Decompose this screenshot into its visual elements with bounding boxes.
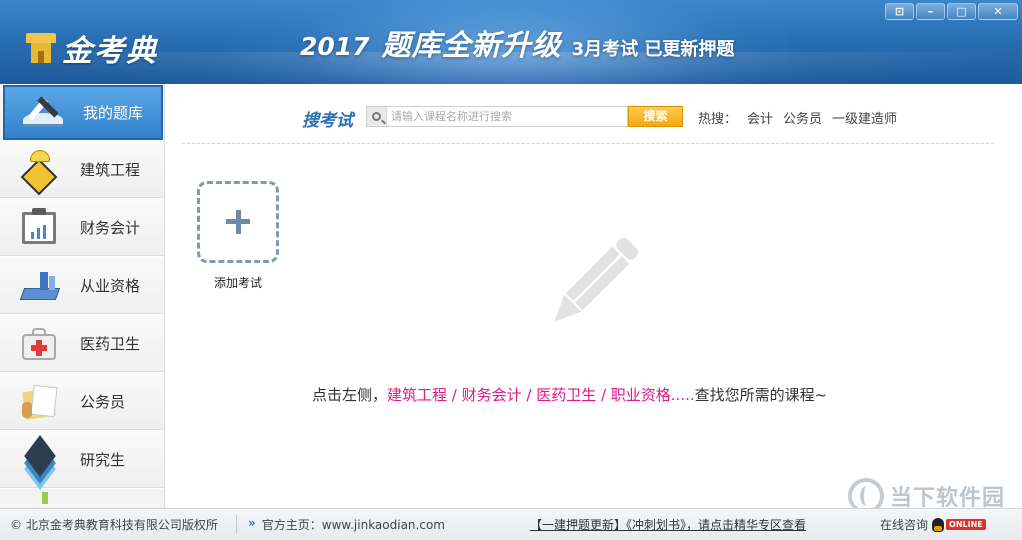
search-button[interactable]: 搜索 <box>628 106 683 127</box>
hot-search-civil-servant[interactable]: 公务员 <box>783 108 822 127</box>
sidebar-item-qualification[interactable]: 从业资格 <box>0 257 164 315</box>
minimize-icon[interactable]: – <box>916 3 945 20</box>
window-controls: ⊡ – □ ✕ <box>883 3 1018 20</box>
double-chevron-icon: » <box>248 516 256 530</box>
sidebar-item-medicine[interactable]: 医药卫生 <box>0 315 164 373</box>
app-header: 金考典 2017 题库全新升级 3月考试 已更新押题 ⊡ – □ ✕ <box>0 0 1022 84</box>
sidebar-item-label: 研究生 <box>80 451 126 469</box>
sidebar-item-label: 医药卫生 <box>80 335 141 353</box>
search-box <box>366 106 628 127</box>
medical-kit-icon <box>18 324 64 364</box>
hot-search-label: 热搜： <box>698 112 738 127</box>
banner-slogan: 题库全新升级 <box>381 28 562 62</box>
sidebar-next-item-icon <box>38 490 58 504</box>
layers-icon <box>18 434 64 490</box>
search-input[interactable] <box>387 107 627 126</box>
online-consult-button[interactable]: 在线咨询 ONLINE <box>880 516 986 533</box>
banner-sub: 3月考试 已更新押题 <box>571 39 735 60</box>
hint-suffix: 查找您所需的课程~ <box>694 386 828 404</box>
hot-search-accounting[interactable]: 会计 <box>747 108 773 127</box>
banner-year: 2017 <box>300 32 370 61</box>
official-homepage-link[interactable]: » 官方主页：www.jinkaodian.com <box>248 516 445 533</box>
pagoda-logo-icon <box>26 31 56 65</box>
pencil-icon <box>554 237 639 322</box>
hint-categories: 建筑工程 / 财务会计 / 医药卫生 / 职业资格..... <box>387 386 695 404</box>
restore-icon[interactable]: ⊡ <box>885 3 914 20</box>
book-pen-icon <box>21 93 67 133</box>
sidebar-item-civil-servant[interactable]: 公务员 <box>0 373 164 431</box>
add-exam-label: 添加考试 <box>214 276 263 290</box>
hot-searches: 热搜： 会计 公务员 一级建造师 <box>698 108 907 127</box>
sidebar-item-accounting[interactable]: 财务会计 <box>0 199 164 257</box>
add-exam-button[interactable] <box>197 181 279 263</box>
promo-banner: 2017 题库全新升级 3月考试 已更新押题 <box>300 22 734 64</box>
sidebar-item-graduate[interactable]: 研究生 <box>0 431 164 490</box>
hot-search-constructor[interactable]: 一级建造师 <box>832 108 897 127</box>
hint-prefix: 点击左侧， <box>312 386 388 404</box>
sidebar-item-label: 我的题库 <box>83 104 144 122</box>
category-sidebar: 我的题库 建筑工程 财务会计 从业资格 医药卫生 公务员 研究生 <box>0 84 165 508</box>
status-bar: © 北京金考典教育科技有限公司版权所 » 官方主页：www.jinkaodian… <box>0 508 1022 540</box>
status-separator <box>236 515 237 533</box>
construction-sign-icon <box>18 149 64 195</box>
qq-penguin-icon <box>932 517 945 532</box>
sidebar-item-label: 从业资格 <box>80 277 141 295</box>
sidebar-item-label: 财务会计 <box>80 219 141 237</box>
dashed-divider <box>182 143 994 144</box>
main-panel: 搜考试 搜索 热搜： 会计 公务员 一级建造师 添加考试 点击左侧，建筑工程 /… <box>166 84 1022 508</box>
homepage-text: 官方主页：www.jinkaodian.com <box>261 518 445 532</box>
maximize-icon[interactable]: □ <box>947 3 976 20</box>
sidebar-item-my-question-bank[interactable]: 我的题库 <box>3 85 163 141</box>
search-icon <box>367 107 387 126</box>
online-badge: ONLINE <box>946 519 986 530</box>
promo-link[interactable]: 【一建押题更新】《冲刺划书》，请点击精华专区查看 <box>530 516 806 533</box>
logo-text: 金考典 <box>62 34 158 69</box>
copyright-text: © 北京金考典教育科技有限公司版权所 <box>10 518 218 532</box>
online-consult-label: 在线咨询 <box>880 518 929 532</box>
sidebar-item-label: 建筑工程 <box>80 161 141 179</box>
empty-state-hint: 点击左侧，建筑工程 / 财务会计 / 医药卫生 / 职业资格.....查找您所需… <box>312 384 827 405</box>
sidebar-item-construction[interactable]: 建筑工程 <box>0 141 164 199</box>
clipboard-chart-icon <box>18 207 64 248</box>
sidebar-item-label: 公务员 <box>80 393 126 411</box>
close-icon[interactable]: ✕ <box>978 3 1018 20</box>
search-label: 搜考试 <box>302 111 353 131</box>
app-logo: 金考典 <box>26 26 158 70</box>
folder-documents-icon <box>18 382 64 422</box>
books-stack-icon <box>18 266 64 306</box>
